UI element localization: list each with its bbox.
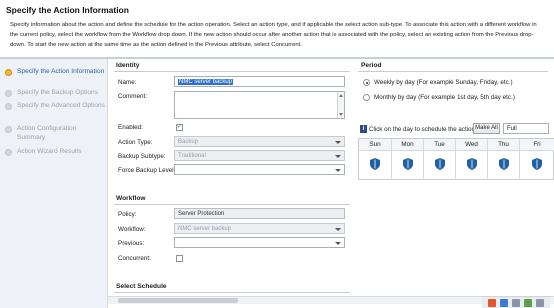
wizard-step-advanced-options[interactable]: Specify the Advanced Options (5, 102, 105, 111)
scroll-down-icon[interactable] (339, 113, 343, 116)
wizard-header: Specify the Action Information Specify i… (0, 0, 554, 58)
system-tray (482, 296, 550, 308)
action-type-select[interactable]: Backup (174, 136, 345, 147)
app-tray-icon[interactable] (524, 299, 532, 307)
wizard-step-backup-options[interactable]: Specify the Backup Options (5, 89, 105, 98)
day-cell-thu[interactable] (488, 150, 520, 180)
force-backup-level-label: Force Backup Level: (118, 167, 176, 174)
monthly-by-day-option[interactable]: Monthly by day (For example 1st day, 5th… (363, 94, 515, 101)
chevron-down-icon (335, 242, 341, 245)
workflow-section-title: Workflow (116, 195, 146, 202)
day-header-thu: Thu (488, 139, 520, 150)
policy-field: Server Protection (174, 208, 345, 219)
weekly-by-day-option[interactable]: Weekly by day (For example Sunday, Frida… (363, 79, 513, 86)
shield-icon (402, 158, 413, 170)
day-cell-fri[interactable] (520, 150, 554, 180)
pending-step-icon (5, 149, 12, 156)
app-tray-icon[interactable] (500, 299, 508, 307)
action-type-value: Backup (178, 139, 199, 145)
pending-step-icon (5, 126, 12, 133)
chevron-down-icon (335, 155, 341, 158)
concurrent-label: Concurrent: (118, 255, 151, 262)
day-header-wed: Wed (456, 139, 488, 150)
backup-level-value: Full (507, 126, 517, 132)
workflow-select[interactable]: NMC server backup (174, 223, 345, 234)
scroll-up-icon[interactable] (339, 94, 343, 97)
wizard-steps-sidebar: Specify the Action Information Specify t… (0, 59, 108, 308)
identity-section-title: Identity (116, 62, 140, 69)
shield-icon (532, 158, 542, 170)
shield-icon (466, 158, 477, 170)
shield-icon (370, 158, 380, 170)
day-cell-mon[interactable] (392, 150, 424, 180)
day-cell-sun[interactable] (359, 150, 392, 180)
wizard-step-label: Action Wizard Results (17, 148, 82, 155)
previous-select[interactable] (174, 237, 345, 248)
backup-level-select[interactable]: Full (503, 123, 549, 134)
chevron-down-icon (335, 169, 341, 172)
page-title: Specify the Action Information (6, 5, 129, 15)
scrollbar-thumb[interactable] (118, 298, 238, 303)
monthly-radio[interactable] (363, 94, 370, 101)
wizard-step-label: Specify the Action Information (17, 68, 105, 75)
comment-textarea[interactable] (174, 91, 345, 119)
page-description: Specify information about the action and… (10, 22, 537, 49)
chevron-down-icon (335, 141, 341, 144)
weekly-schedule-grid: Sun Mon Tue Wed Thu Fri (358, 138, 554, 180)
wizard-step-label: Specify the Advanced Options (17, 102, 105, 109)
force-backup-level-select[interactable] (174, 164, 345, 175)
wizard-step-action-information[interactable]: Specify the Action Information (5, 68, 105, 77)
workflow-value: NMC server backup (178, 226, 232, 232)
action-type-label: Action Type: (118, 139, 153, 146)
concurrent-checkbox[interactable] (176, 255, 183, 262)
schedule-instruction: Click on the day to schedule the action (369, 126, 475, 133)
monthly-radio-label: Monthly by day (For example 1st day, 5th… (374, 94, 515, 101)
wizard-step-label: Action Configuration Summary (17, 125, 77, 141)
pending-step-icon (5, 103, 12, 110)
shield-icon (434, 158, 445, 170)
day-header-tue: Tue (424, 139, 456, 150)
weekly-radio[interactable] (363, 79, 370, 86)
make-all-button[interactable]: Make All (473, 123, 500, 134)
app-tray-icon[interactable] (488, 299, 496, 307)
info-icon: i (360, 125, 367, 133)
pending-step-icon (5, 90, 12, 97)
enabled-label: Enabled: (118, 124, 143, 131)
name-input[interactable]: NMC server backup (174, 76, 345, 87)
shield-icon (498, 158, 509, 170)
enabled-checkbox[interactable]: ✓ (176, 124, 183, 131)
policy-label: Policy: (118, 211, 137, 218)
policy-value: Server Protection (178, 211, 225, 217)
app-tray-icon[interactable] (536, 299, 544, 307)
chevron-down-icon (335, 228, 341, 231)
comment-label: Comment: (118, 93, 148, 100)
backup-subtype-value: Traditional (178, 153, 206, 159)
period-divider (358, 71, 548, 72)
period-section-title: Period (361, 62, 382, 69)
wizard-step-results[interactable]: Action Wizard Results (5, 148, 105, 157)
current-step-icon (5, 69, 12, 76)
previous-label: Previous: (118, 240, 145, 247)
day-cell-tue[interactable] (424, 150, 456, 180)
wizard-step-label: Specify the Backup Options (17, 89, 99, 96)
weekly-radio-label: Weekly by day (For example Sunday, Frida… (374, 79, 513, 86)
backup-subtype-select[interactable]: Traditional (174, 150, 345, 161)
day-header-sun: Sun (359, 139, 392, 150)
identity-divider (114, 71, 350, 72)
workflow-label: Workflow: (118, 226, 146, 233)
wizard-step-configuration-summary[interactable]: Action Configuration Summary (5, 125, 105, 142)
comment-scrollbar[interactable] (337, 92, 344, 118)
select-schedule-section-title: Select Schedule (116, 283, 167, 290)
name-value: NMC server backup (178, 79, 234, 85)
backup-subtype-label: Backup Subtype: (118, 153, 166, 160)
day-header-mon: Mon (392, 139, 424, 150)
day-header-fri: Fri (520, 139, 554, 150)
name-label: Name: (118, 79, 137, 86)
select-schedule-divider (114, 292, 350, 293)
day-cell-wed[interactable] (456, 150, 488, 180)
workflow-divider (114, 204, 350, 205)
app-tray-icon[interactable] (512, 299, 520, 307)
